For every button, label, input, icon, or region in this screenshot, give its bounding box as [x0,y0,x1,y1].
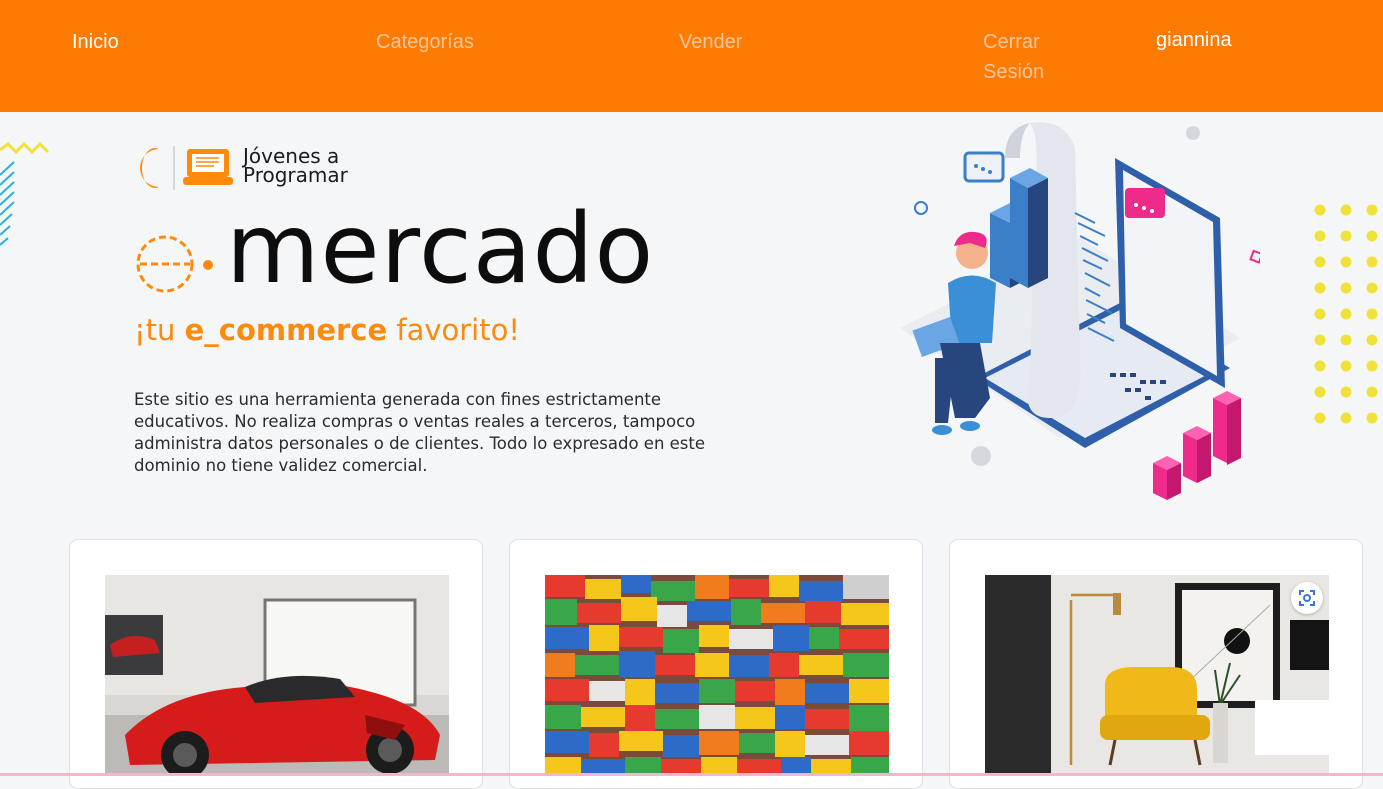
logo-line-2: Programar [243,163,348,187]
card-image-home[interactable] [985,575,1329,775]
category-card-toys[interactable] [509,539,923,789]
logo-text: Jóvenes a Programar [243,146,348,187]
logo-mark-icon [140,146,233,190]
tagline-pre: ¡tu [134,313,185,347]
visual-search-button[interactable] [1291,582,1323,614]
nav-link-sell[interactable]: Vender [679,27,742,57]
brand-e-mark-icon [136,235,213,293]
decor-zigzag-left [0,141,50,246]
nav-link-home[interactable]: Inicio [72,27,119,57]
category-card-home[interactable] [949,539,1363,789]
armchair-room-image [985,575,1329,775]
nav-user-name[interactable]: giannina [1156,25,1232,55]
nav-link-logout[interactable]: Cerrar Sesión [983,27,1073,87]
tagline-bold: e_commerce [184,313,388,347]
hero-tagline: ¡tu e_commerce favorito! [134,312,520,348]
card-image-toys[interactable] [545,575,889,775]
nav-link-categories[interactable]: Categorías [376,27,474,57]
tagline-post: favorito! [387,313,520,347]
jovenes-a-programar-logo: Jóvenes a Programar [139,143,379,193]
category-card-cars[interactable] [69,539,483,789]
decor-yellow-dots [1314,204,1378,424]
lego-bricks-image [545,575,889,775]
hero-illustration [900,122,1260,500]
brand-word: mercado [226,193,655,305]
emercado-brand: mercado [134,199,704,305]
red-car-image [105,575,449,775]
hero-description: Este sitio es una herramienta generada c… [134,390,706,475]
card-image-car[interactable] [105,575,449,775]
top-navbar: Inicio Categorías Vender Cerrar Sesión g… [0,0,1383,112]
visual-search-icon [1299,590,1315,606]
